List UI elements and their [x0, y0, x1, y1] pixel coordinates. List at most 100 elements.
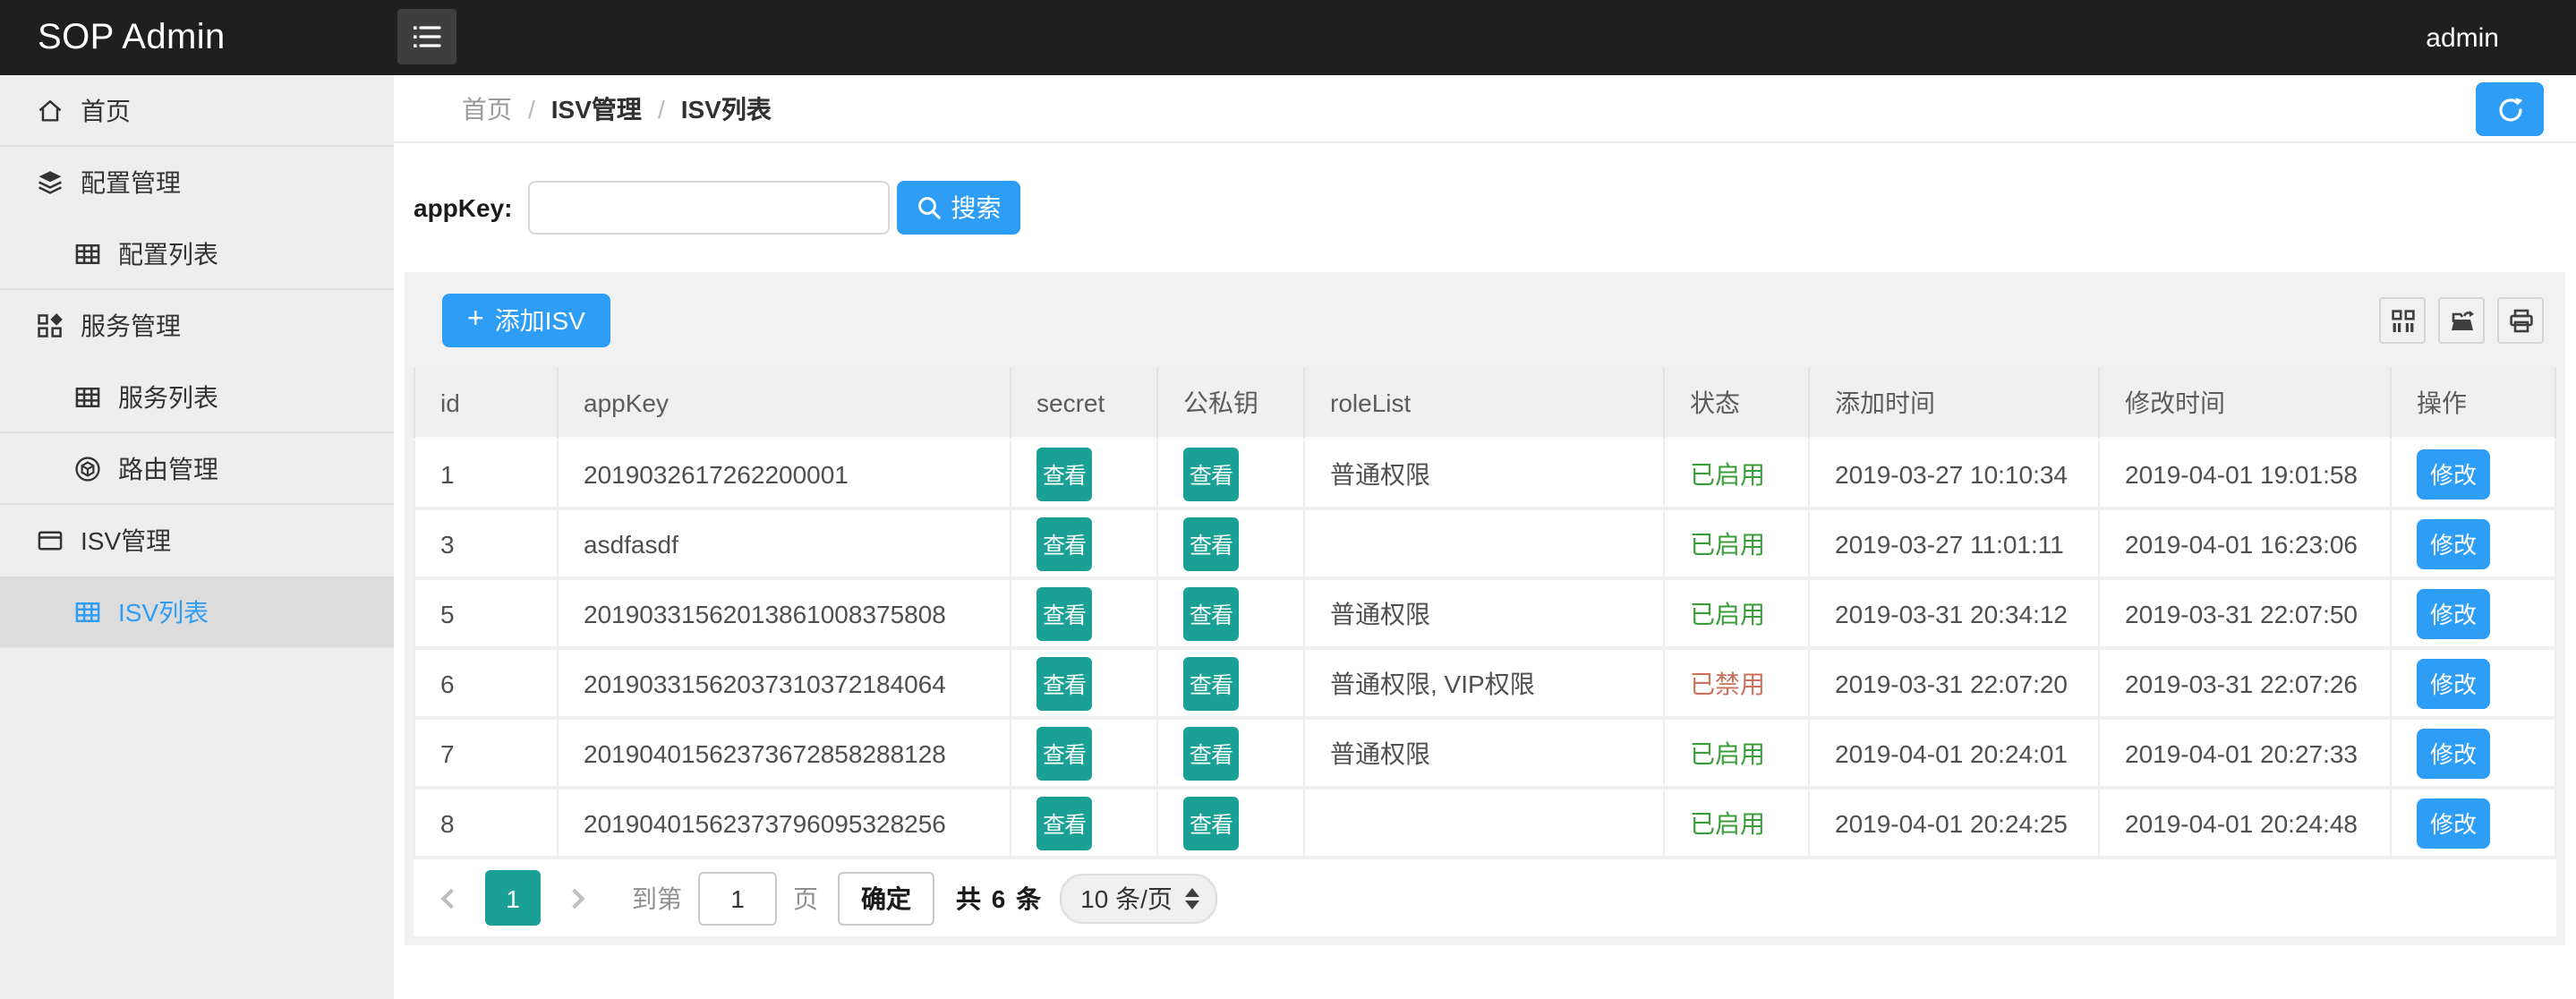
- search-button-label: 搜索: [951, 190, 1001, 226]
- sidebar-item-service-mgmt[interactable]: 服务管理: [0, 290, 394, 362]
- view-secret-button[interactable]: 查看: [1036, 517, 1092, 570]
- cell-actions: 修改: [2392, 790, 2556, 859]
- page-size-select[interactable]: 10 条/页: [1059, 873, 1217, 923]
- sidebar-item-label: ISV列表: [118, 593, 209, 629]
- view-keys-button[interactable]: 查看: [1183, 726, 1239, 780]
- view-keys-button[interactable]: 查看: [1183, 656, 1239, 710]
- view-secret-button[interactable]: 查看: [1036, 586, 1092, 640]
- cell-status: 已禁用: [1665, 650, 1810, 720]
- confirm-button[interactable]: 确定: [838, 871, 934, 925]
- status-badge: 已启用: [1690, 739, 1765, 767]
- cell-secret: 查看: [1011, 790, 1158, 859]
- page-1-button[interactable]: 1: [485, 870, 541, 926]
- cell-updatetime: 2019-04-01 19:01:58: [2100, 440, 2392, 510]
- cell-secret: 查看: [1011, 440, 1158, 510]
- cell-appkey: asdfasdf: [559, 510, 1011, 580]
- search-form: appKey: 搜索: [394, 143, 2576, 272]
- table-icon: [73, 239, 102, 268]
- sidebar-toggle-button[interactable]: [397, 9, 456, 64]
- breadcrumb-isv-mgmt[interactable]: ISV管理: [551, 90, 642, 126]
- cell-secret: 查看: [1011, 650, 1158, 720]
- edit-button[interactable]: 修改: [2417, 658, 2490, 708]
- sidebar-item-config-mgmt[interactable]: 配置管理: [0, 147, 394, 218]
- cell-keys: 查看: [1158, 790, 1305, 859]
- columns-toggle-button[interactable]: [2379, 297, 2426, 344]
- sidebar-item-service-list[interactable]: 服务列表: [0, 362, 394, 433]
- cube-icon: [73, 454, 102, 482]
- table-row: 1 2019032617262200001 查看 查看 普通权限 已启用 201…: [414, 440, 2556, 510]
- sidebar-item-isv-list[interactable]: ISV列表: [0, 576, 394, 648]
- appkey-input[interactable]: [528, 181, 890, 235]
- window-icon: [36, 526, 64, 555]
- table-body: 1 2019032617262200001 查看 查看 普通权限 已启用 201…: [414, 440, 2556, 859]
- cell-addtime: 2019-04-01 20:24:25: [1810, 790, 2100, 859]
- chevron-left-icon: [441, 888, 462, 909]
- sidebar-item-label: 服务列表: [118, 379, 218, 414]
- edit-button[interactable]: 修改: [2417, 728, 2490, 778]
- sidebar-item-config-list[interactable]: 配置列表: [0, 218, 394, 290]
- refresh-button[interactable]: [2476, 82, 2544, 136]
- chevron-right-icon: [565, 888, 585, 909]
- table-icon: [73, 597, 102, 626]
- view-secret-button[interactable]: 查看: [1036, 447, 1092, 500]
- edit-button[interactable]: 修改: [2417, 518, 2490, 568]
- cell-appkey: 20190331562013861008375808: [559, 580, 1011, 650]
- current-user[interactable]: admin: [2426, 22, 2499, 53]
- appkey-label: appKey:: [414, 193, 512, 222]
- page-size-value: 10 条/页: [1080, 880, 1173, 916]
- cell-appkey: 20190401562373796095328256: [559, 790, 1011, 859]
- export-button[interactable]: [2438, 297, 2485, 344]
- edit-button[interactable]: 修改: [2417, 448, 2490, 499]
- cell-secret: 查看: [1011, 510, 1158, 580]
- view-keys-button[interactable]: 查看: [1183, 586, 1239, 640]
- sidebar-item-home[interactable]: 首页: [0, 75, 394, 147]
- search-icon: [917, 195, 942, 220]
- pagination: 1 到第 页 确定 共 6 条 10 条/页: [414, 859, 2556, 936]
- layers-icon: [36, 168, 64, 197]
- page-jump-input[interactable]: [698, 871, 777, 925]
- total-count-label: 共 6 条: [956, 880, 1043, 916]
- cell-status: 已启用: [1665, 720, 1810, 790]
- view-secret-button[interactable]: 查看: [1036, 796, 1092, 850]
- sidebar-item-isv-mgmt[interactable]: ISV管理: [0, 505, 394, 576]
- view-keys-button[interactable]: 查看: [1183, 447, 1239, 500]
- breadcrumb-home[interactable]: 首页: [462, 90, 512, 126]
- cell-keys: 查看: [1158, 510, 1305, 580]
- sidebar-item-label: 服务管理: [81, 308, 181, 344]
- search-button[interactable]: 搜索: [897, 181, 1020, 235]
- cell-status: 已启用: [1665, 440, 1810, 510]
- cell-keys: 查看: [1158, 650, 1305, 720]
- edit-button[interactable]: 修改: [2417, 588, 2490, 638]
- sidebar-item-route-mgmt[interactable]: 路由管理: [0, 433, 394, 505]
- next-page-button[interactable]: [557, 870, 593, 926]
- cell-id: 3: [414, 510, 559, 580]
- column-header-addtime: 添加时间: [1810, 367, 2100, 440]
- cell-secret: 查看: [1011, 720, 1158, 790]
- cell-id: 1: [414, 440, 559, 510]
- cell-status: 已启用: [1665, 510, 1810, 580]
- components-icon: [36, 312, 64, 340]
- sidebar-item-label: 配置管理: [81, 165, 181, 201]
- prev-page-button[interactable]: [433, 870, 469, 926]
- cell-updatetime: 2019-04-01 20:27:33: [2100, 720, 2392, 790]
- print-icon: [2507, 307, 2534, 334]
- sidebar-item-label: 配置列表: [118, 235, 218, 271]
- cell-rolelist: 普通权限: [1305, 720, 1665, 790]
- view-secret-button[interactable]: 查看: [1036, 726, 1092, 780]
- app-root: SOP Admin admin 首页: [0, 0, 2576, 999]
- cell-id: 5: [414, 580, 559, 650]
- edit-button[interactable]: 修改: [2417, 798, 2490, 848]
- status-badge: 已禁用: [1690, 669, 1765, 697]
- cell-secret: 查看: [1011, 580, 1158, 650]
- view-keys-button[interactable]: 查看: [1183, 796, 1239, 850]
- add-isv-button[interactable]: + 添加ISV: [442, 294, 610, 347]
- goto-label: 到第: [632, 880, 682, 916]
- cell-appkey: 20190401562373672858288128: [559, 720, 1011, 790]
- print-button[interactable]: [2497, 297, 2544, 344]
- cell-rolelist: 普通权限: [1305, 440, 1665, 510]
- column-header-id: id: [414, 367, 559, 440]
- column-header-appkey: appKey: [559, 367, 1011, 440]
- view-keys-button[interactable]: 查看: [1183, 517, 1239, 570]
- menu-list-icon: [412, 23, 442, 50]
- view-secret-button[interactable]: 查看: [1036, 656, 1092, 710]
